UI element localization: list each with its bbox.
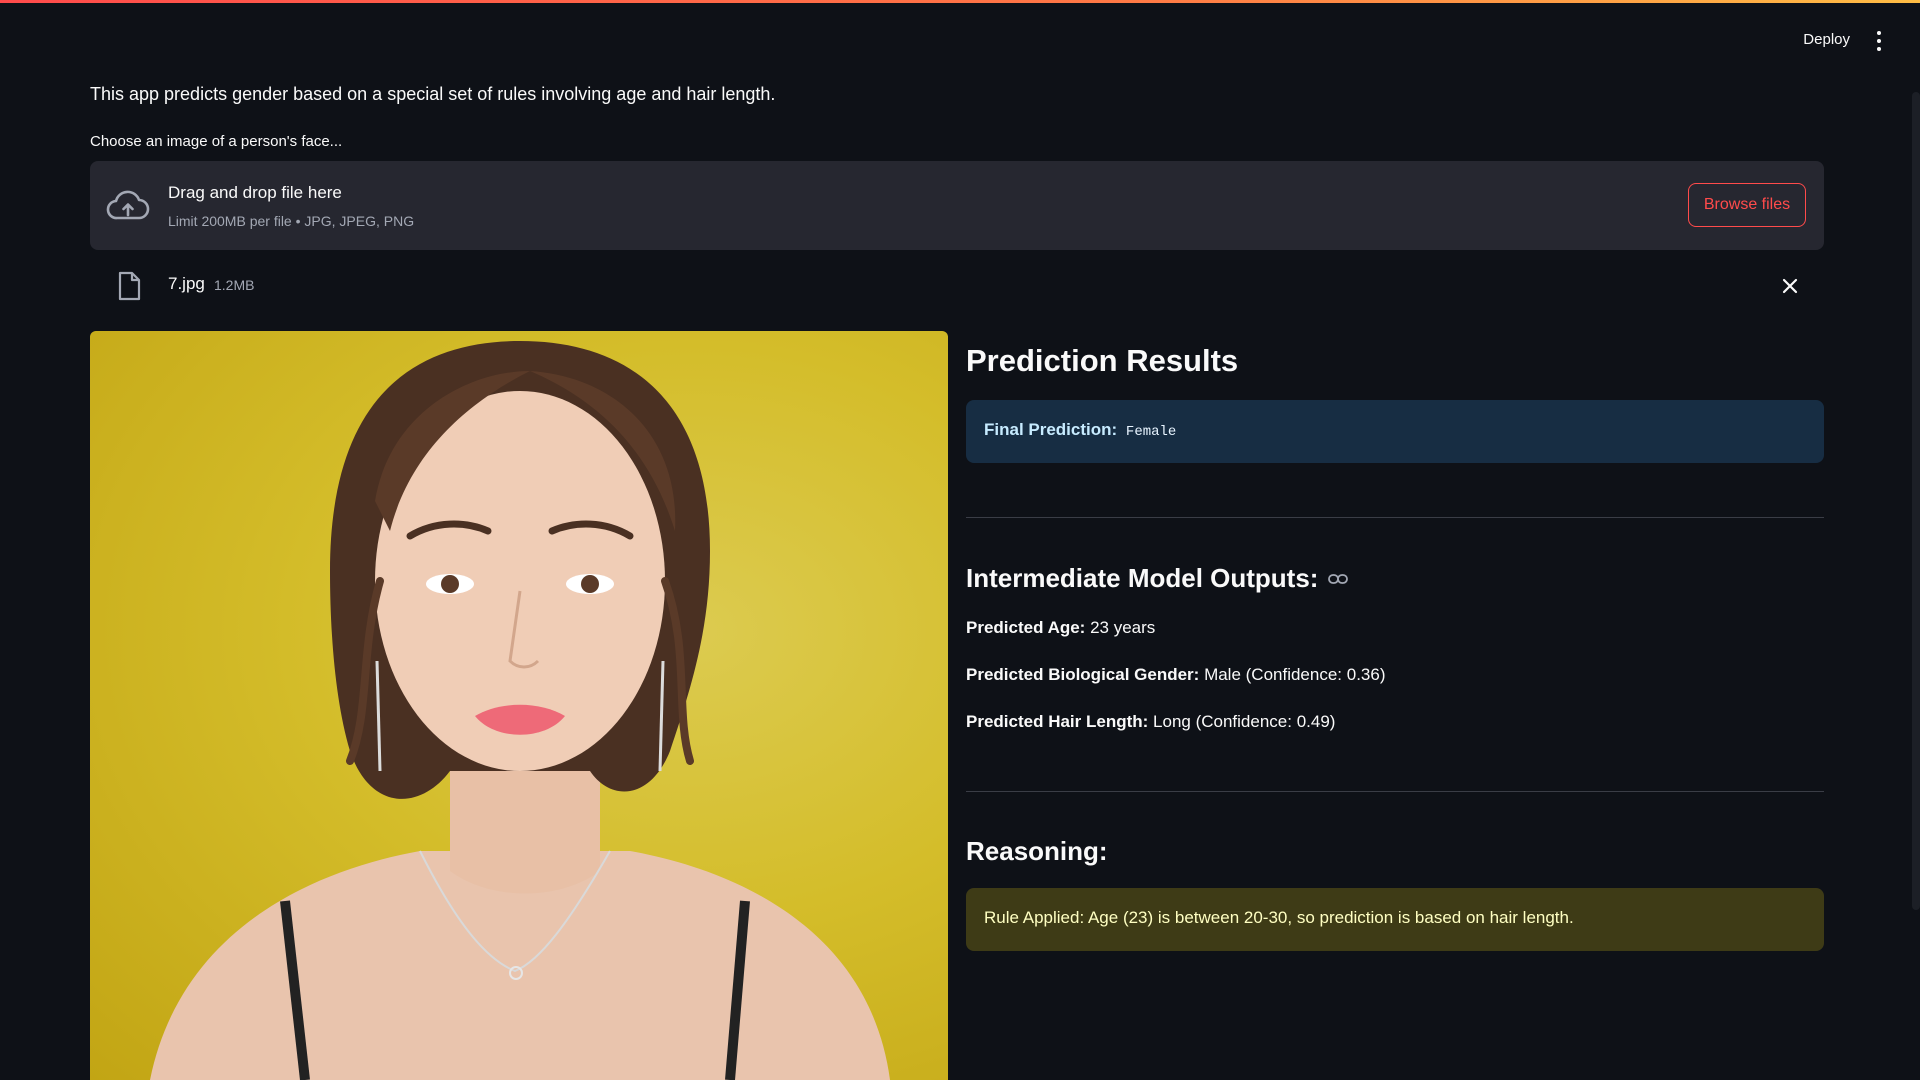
close-icon[interactable] [1780, 276, 1800, 296]
cloud-upload-icon [106, 190, 150, 220]
results-heading: Prediction Results [966, 343, 1239, 378]
link-icon[interactable] [1328, 573, 1349, 585]
final-prediction-label: Final Prediction: [984, 420, 1118, 439]
app-header: Deploy [0, 3, 1920, 77]
reasoning-heading: Reasoning: [966, 836, 1108, 866]
predicted-gender-label: Predicted Biological Gender: [966, 665, 1200, 684]
intermediate-outputs-heading: Intermediate Model Outputs: [966, 563, 1349, 594]
dropzone-limit-text: Limit 200MB per file • JPG, JPEG, PNG [168, 213, 415, 229]
divider [966, 517, 1824, 518]
file-size: 1.2MB [214, 277, 255, 293]
file-icon [118, 271, 141, 301]
predicted-hair-length-value: Long (Confidence: 0.49) [1153, 712, 1336, 731]
main-menu-icon[interactable] [1876, 31, 1882, 51]
predicted-gender-value: Male (Confidence: 0.36) [1204, 665, 1386, 684]
predicted-gender: Predicted Biological Gender: Male (Confi… [966, 665, 1386, 685]
intermediate-outputs-title: Intermediate Model Outputs: [966, 563, 1319, 593]
browse-files-button[interactable]: Browse files [1688, 183, 1806, 227]
file-name: 7.jpg [168, 274, 205, 293]
uploaded-file-row: 7.jpg 1.2MB [90, 266, 1824, 306]
portrait-illustration [150, 341, 890, 1080]
predicted-hair-length-label: Predicted Hair Length: [966, 712, 1149, 731]
dropzone-title: Drag and drop file here [168, 183, 342, 202]
predicted-age-label: Predicted Age: [966, 618, 1086, 637]
divider [966, 791, 1824, 792]
deploy-button[interactable]: Deploy [1803, 31, 1850, 48]
scrollbar[interactable] [1912, 92, 1920, 910]
predicted-age-value: 23 years [1090, 618, 1156, 637]
predicted-age: Predicted Age: 23 years [966, 618, 1155, 638]
predicted-hair-length: Predicted Hair Length: Long (Confidence:… [966, 712, 1335, 732]
file-dropzone[interactable]: Drag and drop file here Limit 200MB per … [90, 161, 1824, 250]
intro-text: This app predicts gender based on a spec… [90, 84, 776, 104]
final-prediction-value: Female [1125, 424, 1177, 440]
reasoning-box: Rule Applied: Age (23) is between 20-30,… [966, 888, 1824, 951]
uploader-label: Choose an image of a person's face... [90, 133, 343, 150]
uploaded-face-image [90, 331, 948, 1080]
final-prediction-box: Final Prediction: Female [966, 400, 1824, 463]
